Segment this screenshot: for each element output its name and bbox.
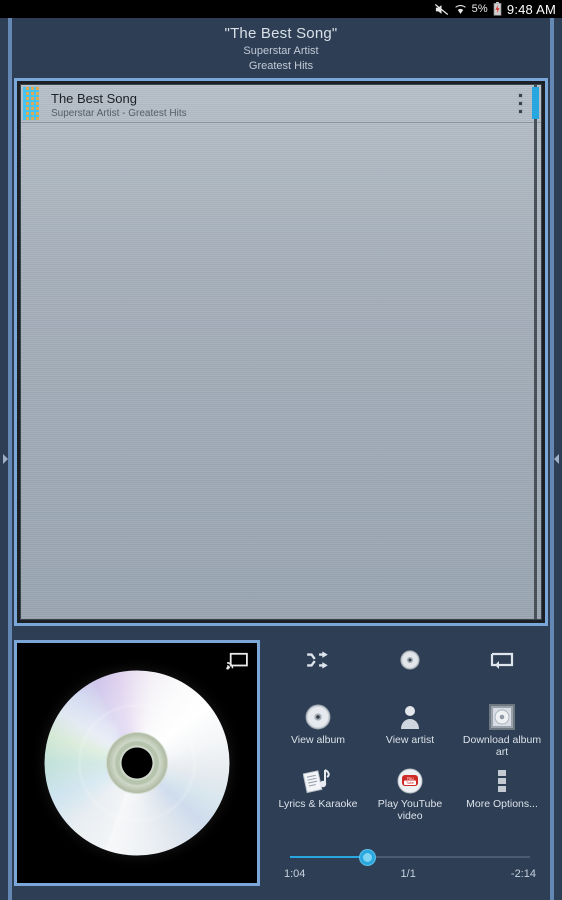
playlist-list[interactable]: The Best Song Superstar Artist - Greates… (20, 84, 542, 620)
header-artist: Superstar Artist (243, 45, 319, 57)
now-playing-header: "The Best Song" Superstar Artist Greates… (0, 18, 562, 74)
download-album-art-icon (489, 700, 515, 730)
seek-knob[interactable] (358, 849, 376, 866)
expand-left-arrow-icon[interactable] (1, 452, 9, 466)
player-controls-column: View album View artist Download album ar… (272, 634, 548, 900)
track-position: 1/1 (400, 868, 416, 880)
status-clock: 9:48 AM (506, 1, 556, 17)
mute-icon (434, 3, 449, 16)
table-row[interactable]: The Best Song Superstar Artist - Greates… (21, 85, 541, 123)
repeat-icon[interactable] (475, 643, 529, 677)
album-art-image[interactable] (17, 643, 257, 883)
battery-charging-icon (493, 2, 502, 16)
drag-handle-icon[interactable] (23, 87, 39, 120)
disc-icon[interactable] (383, 643, 437, 677)
svg-text:Tube: Tube (406, 781, 414, 785)
action-download-album-art[interactable]: Download album art (456, 700, 548, 758)
album-art-frame[interactable] (14, 640, 260, 886)
action-label: View artist (385, 734, 435, 746)
action-more-options[interactable]: More Options... (456, 764, 548, 822)
playback-mode-row (272, 634, 548, 682)
list-scrollbar-thumb[interactable] (532, 87, 539, 119)
status-bar: 5% 9:48 AM (0, 0, 562, 18)
track-text-block: The Best Song Superstar Artist - Greates… (39, 85, 499, 122)
shuffle-icon[interactable] (291, 643, 345, 677)
action-label: Lyrics & Karaoke (278, 798, 358, 810)
action-label: View album (290, 734, 346, 746)
seek-fill (290, 856, 367, 858)
action-view-artist[interactable]: View artist (364, 700, 456, 758)
player-bottom-section: View album View artist Download album ar… (0, 634, 562, 900)
lyrics-note-icon (303, 764, 333, 794)
playlist-panel[interactable]: The Best Song Superstar Artist - Greates… (14, 78, 548, 626)
battery-percent: 5% (471, 3, 488, 15)
seek-section: 1:04 1/1 -2:14 (272, 848, 548, 880)
track-subtitle: Superstar Artist - Greatest Hits (51, 107, 187, 119)
header-album: Greatest Hits (248, 60, 314, 72)
elapsed-time: 1:04 (284, 868, 306, 880)
remaining-time: -2:14 (510, 868, 536, 880)
album-disc-icon (305, 700, 331, 730)
action-play-youtube-video[interactable]: You Tube Play YouTube video (364, 764, 456, 822)
youtube-icon: You Tube (397, 764, 423, 794)
artist-person-icon (398, 700, 422, 730)
action-lyrics-karaoke[interactable]: Lyrics & Karaoke (272, 764, 364, 822)
action-label: Download album art (462, 734, 542, 758)
expand-right-arrow-icon[interactable] (553, 452, 561, 466)
action-grid: View album View artist Download album ar… (272, 700, 548, 822)
more-options-icon (496, 764, 508, 794)
track-title: The Best Song (51, 90, 137, 106)
cd-hole (121, 747, 153, 779)
wifi-icon (454, 3, 467, 16)
seek-bar[interactable] (290, 848, 530, 866)
action-label: More Options... (466, 798, 538, 810)
time-row: 1:04 1/1 -2:14 (272, 868, 548, 880)
list-scrollbar-track[interactable] (534, 85, 537, 619)
cast-icon[interactable] (224, 650, 250, 672)
action-view-album[interactable]: View album (272, 700, 364, 758)
action-label: Play YouTube video (377, 798, 443, 822)
page-title: "The Best Song" (224, 25, 338, 42)
